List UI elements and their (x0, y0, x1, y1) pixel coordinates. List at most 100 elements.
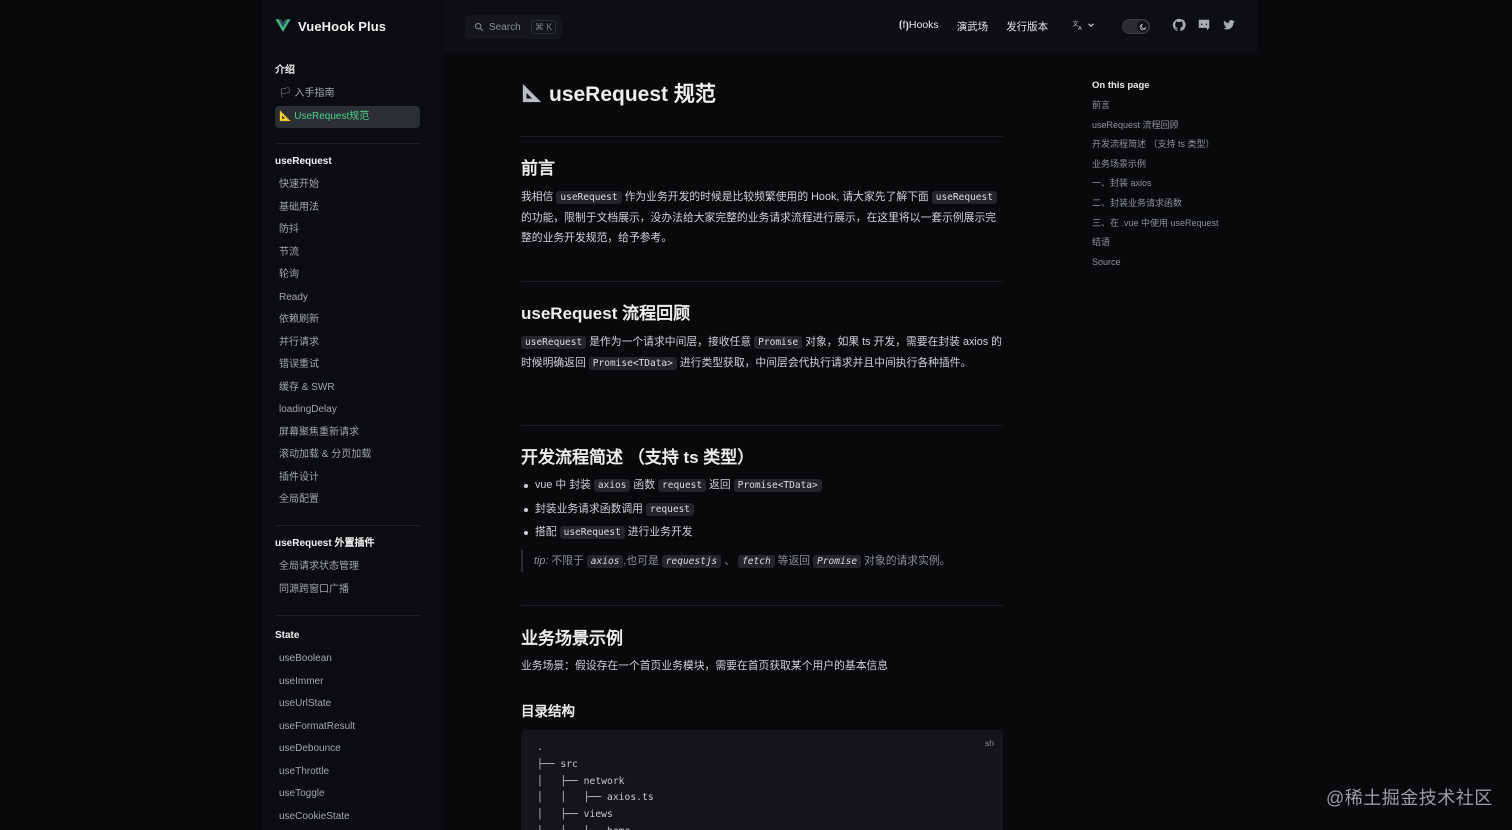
code-block[interactable]: sh . ├── src │ ├── network │ │ ├── axios… (521, 730, 1003, 830)
social-links (1172, 18, 1236, 32)
toc-item[interactable]: Source (1092, 253, 1252, 273)
inline-code: Promise<TData> (588, 357, 677, 371)
github-icon[interactable] (1172, 18, 1186, 32)
top-navbar: VueHook Plus Search ⌘ K ⦗f⦘Hooks 演武场 发行版… (262, 0, 1258, 52)
sidebar-divider (275, 615, 420, 616)
sidebar-group-state: State useBoolean useImmer useUrlState us… (275, 628, 420, 828)
sidebar-item[interactable]: 轮询 (275, 264, 420, 287)
page-title-text: useRequest 规范 (549, 83, 716, 106)
theme-toggle-knob (1137, 21, 1148, 32)
sidebar-group-title: useRequest (275, 156, 332, 167)
sidebar-item[interactable]: 同源跨窗口广播 (275, 579, 420, 602)
sidebar-item[interactable]: 滚动加载 & 分页加载 (275, 444, 420, 467)
inline-code: axios (593, 479, 631, 492)
section-divider (521, 136, 1003, 137)
sidebar-item[interactable]: useThrottle (275, 761, 420, 784)
toc-item[interactable]: 一、封装 axios (1092, 174, 1252, 194)
right-gutter (1258, 0, 1512, 830)
site-logo-link[interactable]: VueHook Plus (274, 17, 386, 35)
scenario-paragraph: 业务场景：假设存在一个首页业务模块，需要在首页获取某个用户的基本信息 (521, 660, 889, 672)
text-run: 不限于 (548, 555, 587, 567)
toc-item[interactable]: 二、封装业务请求函数 (1092, 194, 1252, 214)
tip-blockquote: tip: 不限于 axios ,也可是 requestjs 、 fetch 等返回… (521, 550, 1003, 572)
text-run: 的功能，限制于文档展示，没办法给大家完整的业务请求流程进行展示，在这里将以一套示… (521, 212, 997, 245)
toc-item[interactable]: useRequest 流程回顾 (1092, 116, 1252, 136)
section-heading-preface: 前言 (521, 159, 555, 178)
sidebar-item[interactable]: 并行请求 (275, 332, 420, 355)
inline-code: useRequest (559, 526, 625, 539)
section-heading-scenario: 业务场景示例 (521, 629, 623, 648)
sidebar-item[interactable]: useFormatResult (275, 716, 420, 739)
inline-code: fetch (738, 555, 775, 568)
sidebar-item[interactable]: useToggle (275, 783, 420, 806)
sidebar-item[interactable]: 依赖刷新 (275, 309, 420, 332)
sidebar: 介绍 🏳 入手指南 📐 UseRequest规范 useRequest 快速开始… (262, 52, 445, 830)
site-title: VueHook Plus (298, 18, 387, 34)
sidebar-item[interactable]: useBoolean (275, 648, 420, 671)
sidebar-item[interactable]: useDebounce (275, 738, 420, 761)
sidebar-item[interactable]: useImmer (275, 671, 420, 694)
toc-item[interactable]: 开发流程简述 （支持 ts 类型） (1092, 135, 1252, 155)
moon-icon (1139, 23, 1146, 30)
inline-code: useRequest (556, 191, 622, 204)
toc-item[interactable]: 结语 (1092, 233, 1252, 253)
sidebar-item[interactable]: 基础用法 (275, 197, 420, 220)
nav-link-hooks[interactable]: ⦗f⦘Hooks (899, 19, 939, 34)
toc-item[interactable]: 前言 (1092, 96, 1252, 116)
sidebar-item[interactable]: 屏幕聚焦重新请求 (275, 422, 420, 445)
subheading-directory: 目录结构 (521, 704, 575, 719)
left-gutter (0, 0, 262, 830)
section-heading-flow-review: useRequest 流程回顾 (521, 304, 691, 323)
sidebar-item[interactable]: Ready (275, 287, 420, 310)
sidebar-item[interactable]: 全局配置 (275, 489, 420, 512)
sidebar-item[interactable]: 缓存 & SWR (275, 377, 420, 400)
sidebar-item[interactable]: 节流 (275, 242, 420, 265)
svg-text:A: A (1078, 26, 1082, 31)
section-divider (521, 281, 1003, 282)
text-run: 进行业务开发 (624, 526, 693, 538)
app-root: VueHook Plus Search ⌘ K ⦗f⦘Hooks 演武场 发行版… (0, 0, 1512, 830)
tip-label: tip: (534, 555, 549, 567)
language-switcher[interactable]: 文A (1072, 19, 1095, 31)
sidebar-item[interactable]: 错误重试 (275, 354, 420, 377)
page-title: useRequest 规范 (521, 78, 716, 108)
sidebar-item[interactable]: useCookieState (275, 806, 420, 829)
inline-code: useRequest (931, 191, 997, 204)
triangular-ruler-icon (522, 83, 542, 103)
text-run: 、 (721, 555, 739, 567)
code-language-tag: sh (985, 738, 994, 748)
theme-toggle[interactable] (1122, 19, 1150, 34)
toc-item[interactable]: 业务场景示例 (1092, 155, 1252, 175)
nav-link-releases[interactable]: 发行版本 (1006, 19, 1048, 34)
inline-code: Promise (813, 555, 862, 568)
nav-links: ⦗f⦘Hooks 演武场 发行版本 (899, 19, 1048, 34)
text-run: 返回 (706, 479, 734, 491)
chevron-down-icon (1088, 23, 1094, 27)
search-label: Search (489, 21, 521, 33)
inline-code: request (645, 502, 695, 516)
sidebar-item[interactable]: useUrlState (275, 693, 420, 716)
nav-link-playground[interactable]: 演武场 (957, 19, 989, 34)
inline-code: Promise (754, 336, 803, 349)
sidebar-group-title: 介绍 (275, 65, 295, 76)
toc-item[interactable]: 三、在 .vue 中使用 useRequest (1092, 214, 1252, 234)
list-item: 搭配 useRequest 进行业务开发 (521, 521, 822, 545)
sidebar-item-getting-started[interactable]: 🏳 入手指南 (275, 83, 420, 106)
search-button[interactable]: Search ⌘ K (465, 15, 562, 39)
sidebar-group-plugins: useRequest 外置插件 全局请求状态管理 同源跨窗口广播 (275, 536, 420, 601)
sidebar-item[interactable]: 全局请求状态管理 (275, 556, 420, 579)
sidebar-item[interactable]: 快速开始 (275, 174, 420, 197)
search-shortcut: ⌘ K (530, 20, 557, 34)
discord-icon[interactable] (1197, 18, 1211, 32)
sidebar-item[interactable]: loadingDelay (275, 399, 420, 422)
code-content: . ├── src │ ├── network │ │ ├── axios.ts… (537, 742, 654, 830)
text-run: 对象的请求实例。 (861, 555, 951, 567)
section-divider (521, 425, 1003, 426)
sidebar-item-userequest-spec[interactable]: 📐 UseRequest规范 (275, 105, 420, 128)
section-divider (521, 605, 1003, 606)
text-run: 作为业务开发的时候是比较频繁使用的 Hook, 请大家先了解下面 (621, 191, 932, 203)
sidebar-item[interactable]: 插件设计 (275, 467, 420, 490)
twitter-icon[interactable] (1222, 18, 1236, 32)
sidebar-item[interactable]: 防抖 (275, 219, 420, 242)
sidebar-divider (275, 525, 420, 526)
